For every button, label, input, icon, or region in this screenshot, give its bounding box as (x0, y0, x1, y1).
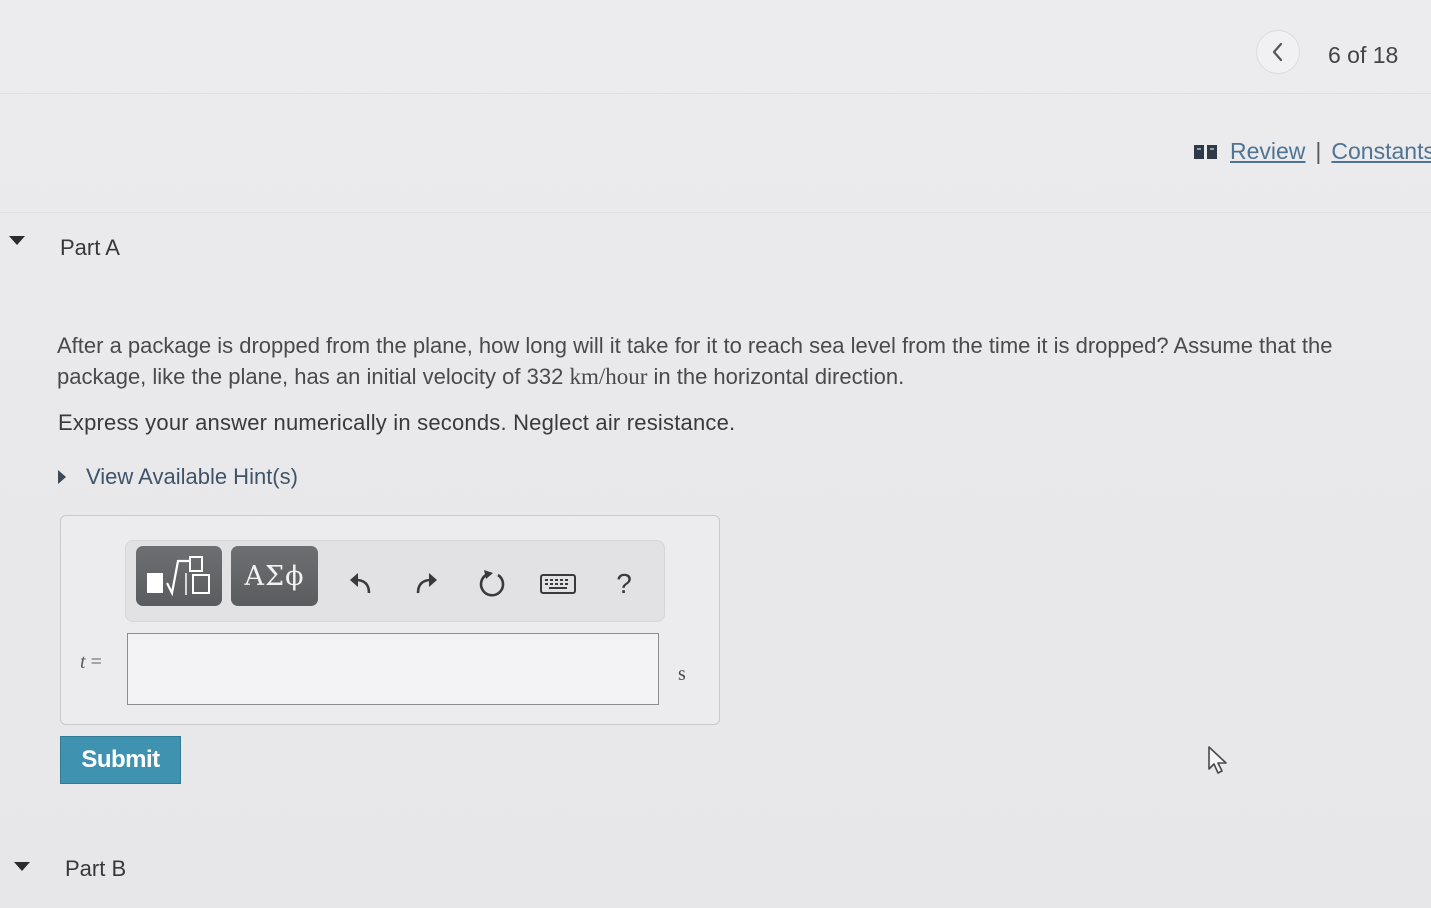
keyboard-icon (540, 574, 576, 594)
question-text: After a package is dropped from the plan… (57, 330, 1397, 392)
caret-right-icon (58, 470, 66, 484)
caret-down-icon (14, 862, 30, 871)
greek-letters-icon: ΑΣϕ (244, 560, 305, 592)
part-a-title: Part A (60, 235, 120, 260)
link-separator: | (1315, 138, 1322, 164)
reset-icon (479, 570, 505, 597)
answer-unit: s (678, 663, 686, 685)
answer-instruction: Express your answer numerically in secon… (58, 410, 736, 435)
answer-variable-label: t = (80, 651, 102, 674)
section-divider (0, 212, 1431, 213)
review-link[interactable]: Review (1230, 138, 1305, 165)
templates-button[interactable] (136, 546, 222, 606)
templates-icon (147, 556, 210, 597)
view-hints-toggle[interactable]: View Available Hint(s) (58, 464, 298, 490)
caret-down-icon (9, 236, 25, 245)
answer-input[interactable] (127, 633, 659, 705)
undo-icon (350, 573, 371, 594)
help-icon: ? (616, 568, 632, 599)
equals-sign: = (90, 651, 102, 673)
redo-button[interactable] (407, 564, 447, 604)
page-indicator: 6 of 18 (1328, 42, 1399, 68)
answer-variable: t (80, 651, 86, 673)
velocity-unit: km/hour (569, 364, 648, 389)
undo-button[interactable] (340, 564, 380, 604)
part-a-toggle[interactable] (9, 236, 25, 245)
keyboard-button[interactable] (537, 564, 579, 604)
question-text-end: in the horizontal direction. (647, 364, 905, 389)
previous-item-button[interactable] (1256, 30, 1300, 74)
constants-link[interactable]: Constants (1331, 138, 1431, 165)
reset-button[interactable] (472, 564, 512, 604)
header-divider (0, 93, 1431, 94)
part-b-title: Part B (65, 856, 127, 881)
help-button[interactable]: ? (604, 564, 644, 604)
book-icon (1194, 144, 1217, 159)
part-b-toggle[interactable] (14, 862, 30, 871)
view-hints-label: View Available Hint(s) (86, 464, 298, 489)
chevron-left-icon (1272, 42, 1283, 62)
greek-letters-button[interactable]: ΑΣϕ (231, 546, 318, 606)
redo-icon (416, 573, 437, 594)
resource-links: Review | Constants (1194, 138, 1431, 165)
submit-button[interactable]: Submit (60, 736, 181, 784)
mouse-cursor-icon (1208, 746, 1227, 774)
